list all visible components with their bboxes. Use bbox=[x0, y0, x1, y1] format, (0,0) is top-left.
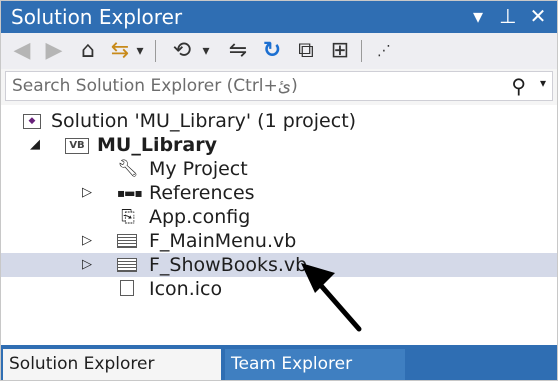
pin-icon[interactable]: ⊥ bbox=[495, 3, 521, 29]
search-input[interactable]: Search Solution Explorer (Ctrl+ئ) ⚲ ▾ bbox=[5, 71, 553, 101]
close-icon[interactable]: ✕ bbox=[525, 3, 551, 29]
bottom-tab-strip: Solution Explorer Team Explorer bbox=[1, 345, 557, 380]
sync-active-document-icon[interactable]: ⇋ bbox=[223, 37, 253, 65]
form-icon bbox=[117, 258, 137, 272]
tree-item-f-mainmenu[interactable]: ▷ F_MainMenu.vb bbox=[1, 229, 557, 253]
solution-tree: ◆ Solution 'MU_Library' (1 project) ◢ VB… bbox=[1, 105, 557, 345]
tree-item-my-project[interactable]: 🔧︎ My Project bbox=[1, 157, 557, 181]
vb-project-icon: VB bbox=[65, 138, 89, 154]
toolbar-separator bbox=[361, 40, 362, 62]
tree-item-app-config[interactable]: ⎘ App.config bbox=[1, 205, 557, 229]
tab-solution-explorer[interactable]: Solution Explorer bbox=[3, 349, 221, 380]
solution-icon: ◆ bbox=[23, 114, 41, 129]
expand-icon[interactable]: ▷ bbox=[79, 253, 95, 277]
tree-item-label: Icon.ico bbox=[149, 278, 223, 300]
panel-title: Solution Explorer bbox=[11, 5, 183, 29]
toolbar-separator bbox=[155, 40, 156, 62]
back-icon[interactable]: ◀ bbox=[7, 37, 37, 65]
solution-label: Solution 'MU_Library' (1 project) bbox=[51, 110, 357, 132]
solution-explorer-panel: Solution Explorer ▾ ⊥ ✕ ◀ ▶ ⌂ ⇆ ▾ ⟲ ▾ ⇋ … bbox=[0, 0, 558, 381]
tab-team-explorer[interactable]: Team Explorer bbox=[225, 349, 405, 380]
search-icon[interactable]: ⚲ bbox=[511, 74, 526, 98]
search-options-dropdown-icon[interactable]: ▾ bbox=[540, 76, 546, 90]
tree-item-solution[interactable]: ◆ Solution 'MU_Library' (1 project) bbox=[1, 109, 557, 133]
project-label: MU_Library bbox=[97, 134, 218, 156]
forward-icon[interactable]: ▶ bbox=[39, 37, 69, 65]
properties-icon[interactable]: ⊞ bbox=[325, 37, 355, 65]
references-icon: ▪▬▪ bbox=[117, 186, 143, 200]
wrench-icon: 🔧︎ bbox=[117, 159, 139, 179]
tree-item-label: F_ShowBooks.vb bbox=[149, 254, 308, 276]
config-icon: ⎘ bbox=[121, 207, 135, 227]
tree-item-f-showbooks[interactable]: ▷ F_ShowBooks.vb bbox=[1, 253, 557, 277]
tree-item-label: My Project bbox=[149, 158, 248, 180]
tree-item-label: F_MainMenu.vb bbox=[149, 230, 297, 252]
toolbar: ◀ ▶ ⌂ ⇆ ▾ ⟲ ▾ ⇋ ↻ ⧉ ⊞ ⋰ bbox=[1, 33, 557, 69]
expand-icon[interactable]: ▷ bbox=[79, 229, 95, 253]
filter-dropdown-icon[interactable]: ▾ bbox=[197, 37, 215, 65]
expand-icon[interactable]: ▷ bbox=[79, 181, 95, 205]
tree-item-project[interactable]: ◢ VB MU_Library bbox=[1, 133, 557, 157]
form-icon bbox=[117, 234, 137, 248]
search-placeholder: Search Solution Explorer (Ctrl+ئ) bbox=[12, 76, 298, 96]
collapse-icon[interactable]: ◢ bbox=[27, 133, 43, 157]
tree-item-references[interactable]: ▷ ▪▬▪ References bbox=[1, 181, 557, 205]
tree-item-label: App.config bbox=[149, 206, 251, 228]
tree-item-icon-ico[interactable]: Icon.ico bbox=[1, 277, 557, 301]
collapse-all-icon[interactable]: ⧉ bbox=[291, 37, 321, 65]
home-icon[interactable]: ⌂ bbox=[73, 37, 103, 65]
refresh-icon[interactable]: ↻ bbox=[257, 37, 287, 65]
pending-changes-filter-icon[interactable]: ⟲ bbox=[167, 37, 197, 65]
image-file-icon bbox=[120, 280, 134, 296]
toolbar-overflow-icon[interactable]: ⋰ bbox=[369, 37, 399, 65]
sync-dropdown-icon[interactable]: ▾ bbox=[131, 37, 149, 65]
title-bar: Solution Explorer ▾ ⊥ ✕ bbox=[1, 1, 557, 33]
tree-item-label: References bbox=[149, 182, 255, 204]
window-position-dropdown-icon[interactable]: ▾ bbox=[465, 3, 491, 29]
